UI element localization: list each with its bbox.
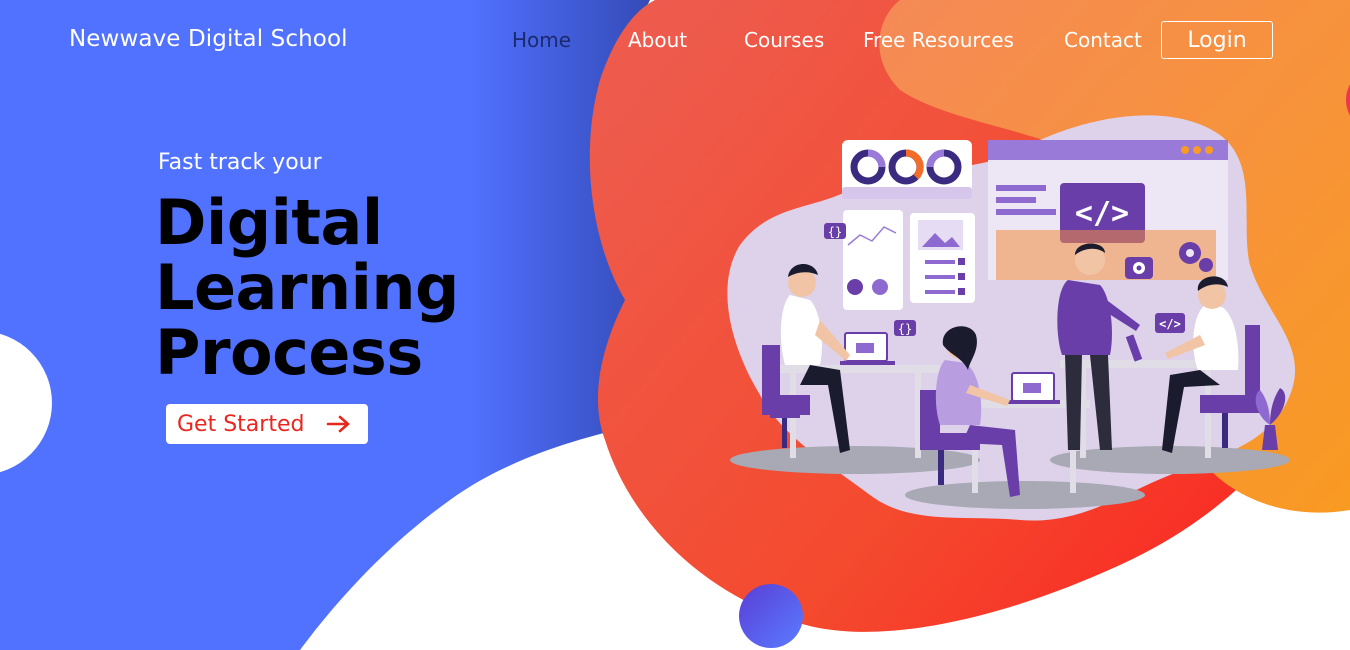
arrow-right-icon — [326, 415, 350, 433]
headline-line-2: Learning — [155, 251, 459, 324]
hero-headline: Digital Learning Process — [155, 190, 459, 385]
hero-tagline: Fast track your — [158, 150, 322, 175]
nav-about[interactable]: About — [628, 28, 687, 52]
get-started-button[interactable]: Get Started — [166, 404, 368, 444]
nav-home[interactable]: Home — [512, 28, 571, 52]
small-code-tag: </> — [1159, 317, 1181, 331]
code-tag-text: </> — [1075, 196, 1129, 231]
bottom-dot — [739, 584, 803, 648]
donut-chart-card — [842, 140, 972, 199]
nav-courses[interactable]: Courses — [744, 28, 824, 52]
nav-free-resources[interactable]: Free Resources — [863, 28, 1014, 52]
get-started-label: Get Started — [177, 411, 305, 437]
login-button[interactable]: Login — [1161, 21, 1273, 59]
headline-line-3: Process — [155, 316, 423, 389]
team-illustration: </> {} {} </> — [700, 95, 1320, 539]
svg-text:{}: {} — [828, 225, 842, 239]
nav-contact[interactable]: Contact — [1064, 28, 1142, 52]
svg-text:{}: {} — [898, 322, 912, 336]
headline-line-1: Digital — [155, 186, 383, 259]
main-nav: Home About Courses Free Resources Contac… — [0, 21, 1350, 66]
